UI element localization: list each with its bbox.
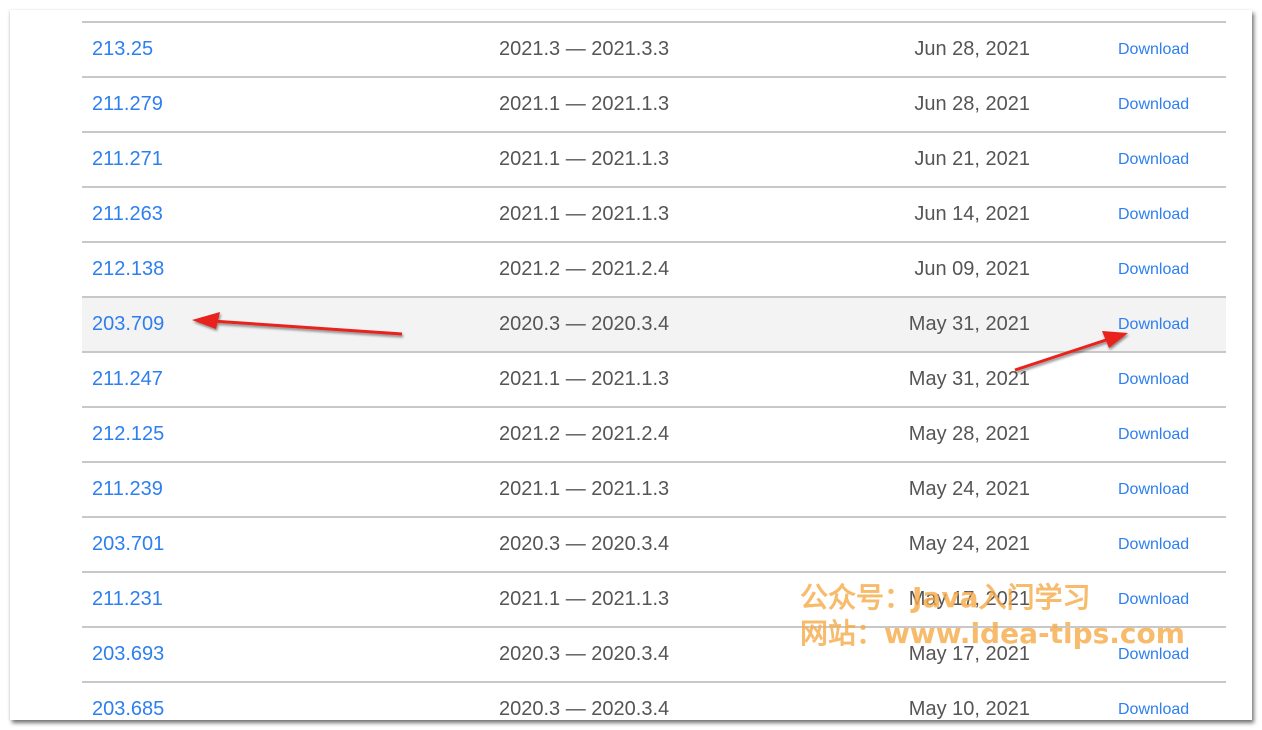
download-link[interactable]: Download bbox=[1118, 23, 1189, 76]
release-date: May 10, 2021 bbox=[908, 698, 1030, 720]
build-link[interactable]: 203.693 bbox=[92, 628, 164, 681]
build-link[interactable]: 213.25 bbox=[92, 23, 153, 76]
release-date: May 31, 2021 bbox=[908, 368, 1030, 390]
table-row: 212.125 2021.2 — 2021.2.4 May 28, 2021 Down… bbox=[82, 408, 1226, 463]
version-range: 2021.1 — 2021.1.3 bbox=[499, 93, 670, 115]
version-range: 2021.1 — 2021.1.3 bbox=[499, 588, 670, 610]
release-date: May 17, 2021 bbox=[908, 588, 1030, 610]
version-range: 2021.1 — 2021.1.3 bbox=[499, 203, 670, 225]
download-link[interactable]: Download bbox=[1118, 463, 1189, 516]
build-link[interactable]: 211.279 bbox=[92, 78, 163, 131]
download-link[interactable]: Download bbox=[1118, 298, 1189, 351]
download-link[interactable]: Download bbox=[1118, 353, 1189, 406]
download-link[interactable]: Download bbox=[1118, 408, 1189, 461]
download-link[interactable]: Download bbox=[1118, 683, 1189, 720]
release-date: May 31, 2021 bbox=[908, 313, 1030, 335]
table-row: 203.693 2020.3 — 2020.3.4 May 17, 2021 Down… bbox=[82, 628, 1226, 683]
build-link[interactable]: 211.263 bbox=[92, 188, 163, 241]
build-link[interactable]: 203.685 bbox=[92, 683, 164, 720]
table-row: 203.685 2020.3 — 2020.3.4 May 10, 2021 Down… bbox=[82, 683, 1226, 720]
build-link[interactable]: 211.271 bbox=[92, 133, 163, 186]
version-range: 2021.3 — 2021.3.3 bbox=[499, 38, 670, 60]
download-link[interactable]: Download bbox=[1118, 573, 1189, 626]
build-link[interactable]: 212.138 bbox=[92, 243, 164, 296]
version-range: 2020.3 — 2020.3.4 bbox=[499, 313, 670, 335]
download-link[interactable]: Download bbox=[1118, 133, 1189, 186]
release-date: May 28, 2021 bbox=[908, 423, 1030, 445]
release-date: May 24, 2021 bbox=[908, 533, 1030, 555]
version-range: 2020.3 — 2020.3.4 bbox=[499, 698, 670, 720]
table-row: 213.25 2021.3 — 2021.3.3 Jun 28, 2021 Downl… bbox=[82, 23, 1226, 78]
table-row: 211.247 2021.1 — 2021.1.3 May 31, 2021 Down… bbox=[82, 353, 1226, 408]
table-row: 203.709 2020.3 — 2020.3.4 May 31, 2021 Down… bbox=[82, 298, 1226, 353]
version-range: 2021.1 — 2021.1.3 bbox=[499, 148, 670, 170]
release-date: Jun 21, 2021 bbox=[914, 148, 1030, 170]
table-row: 211.263 2021.1 — 2021.1.3 Jun 14, 2021 Down… bbox=[82, 188, 1226, 243]
table-row: 211.231 2021.1 — 2021.1.3 May 17, 2021 Down… bbox=[82, 573, 1226, 628]
table-row: 212.138 2021.2 — 2021.2.4 Jun 09, 2021 Down… bbox=[82, 243, 1226, 298]
release-date: May 24, 2021 bbox=[908, 478, 1030, 500]
table-row: 211.279 2021.1 — 2021.1.3 Jun 28, 2021 Down… bbox=[82, 78, 1226, 133]
version-range: 2021.1 — 2021.1.3 bbox=[499, 368, 670, 390]
download-link[interactable]: Download bbox=[1118, 628, 1189, 681]
release-date: Jun 28, 2021 bbox=[914, 93, 1030, 115]
release-table: 213.25 2021.3 — 2021.3.3 Jun 28, 2021 Downl… bbox=[82, 21, 1226, 720]
download-link[interactable]: Download bbox=[1118, 78, 1189, 131]
version-range: 2021.2 — 2021.2.4 bbox=[499, 423, 670, 445]
download-link[interactable]: Download bbox=[1118, 188, 1189, 241]
release-date: Jun 14, 2021 bbox=[914, 203, 1030, 225]
download-link[interactable]: Download bbox=[1118, 243, 1189, 296]
page-frame: 213.25 2021.3 — 2021.3.3 Jun 28, 2021 Downl… bbox=[10, 10, 1252, 720]
build-link[interactable]: 212.125 bbox=[92, 408, 164, 461]
build-link[interactable]: 203.709 bbox=[92, 298, 164, 351]
version-range: 2021.2 — 2021.2.4 bbox=[499, 258, 670, 280]
table-row: 211.239 2021.1 — 2021.1.3 May 24, 2021 Down… bbox=[82, 463, 1226, 518]
version-range: 2021.1 — 2021.1.3 bbox=[499, 478, 670, 500]
release-date: Jun 09, 2021 bbox=[914, 258, 1030, 280]
build-link[interactable]: 211.239 bbox=[92, 463, 163, 516]
release-date: May 17, 2021 bbox=[908, 643, 1030, 665]
build-link[interactable]: 203.701 bbox=[92, 518, 164, 571]
version-range: 2020.3 — 2020.3.4 bbox=[499, 533, 670, 555]
build-link[interactable]: 211.247 bbox=[92, 353, 163, 406]
table-row: 211.271 2021.1 — 2021.1.3 Jun 21, 2021 Down… bbox=[82, 133, 1226, 188]
release-date: Jun 28, 2021 bbox=[914, 38, 1030, 60]
download-link[interactable]: Download bbox=[1118, 518, 1189, 571]
table-row: 203.701 2020.3 — 2020.3.4 May 24, 2021 Down… bbox=[82, 518, 1226, 573]
build-link[interactable]: 211.231 bbox=[92, 573, 163, 626]
version-range: 2020.3 — 2020.3.4 bbox=[499, 643, 670, 665]
